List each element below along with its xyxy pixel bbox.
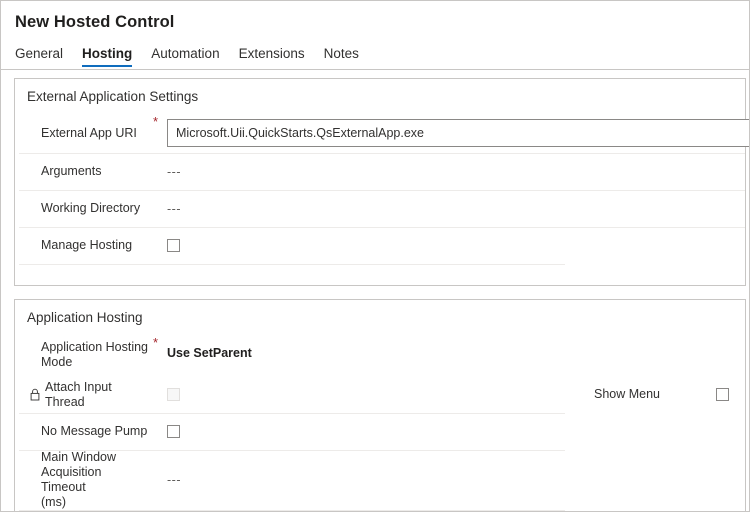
section-title-external-application-settings: External Application Settings [27, 89, 199, 104]
arguments-value: --- [167, 164, 181, 179]
field-value-main-window-acquisition-timeout[interactable]: --- [167, 473, 745, 487]
section-application-hosting: Application Hosting Application Hosting … [14, 299, 746, 511]
field-row-arguments: Arguments * --- [15, 153, 745, 190]
header-divider [1, 69, 749, 70]
row-divider [19, 264, 565, 265]
page-title: New Hosted Control [15, 13, 175, 31]
field-label-show-menu: Show Menu [594, 387, 661, 401]
field-label-arguments: Arguments [41, 164, 102, 178]
field-label-main-window-acquisition-timeout: Main Window Acquisition Timeout (ms) [41, 450, 117, 509]
section-title-application-hosting: Application Hosting [27, 310, 143, 325]
application-hosting-mode-value: Use SetParent [167, 346, 252, 360]
field-row-main-window-acquisition-timeout: Main Window Acquisition Timeout (ms) * -… [15, 450, 745, 510]
field-row-external-app-uri: External App URI * [15, 113, 749, 153]
section-body-application-hosting: Application Hosting Mode * Use SetParent [15, 334, 745, 511]
lock-icon [29, 388, 41, 401]
tabstrip: General Hosting Automation Extensions No… [15, 41, 749, 67]
field-row-attach-input-thread: Attach Input Thread * Show Menu [15, 376, 745, 413]
field-row-no-message-pump: No Message Pump * [15, 413, 745, 450]
required-asterisk-external-app-uri: * [153, 114, 159, 129]
tab-general[interactable]: General [15, 46, 63, 67]
section-body-external-application-settings: External App URI * Arguments * --- [15, 113, 749, 285]
required-spacer: * [153, 376, 167, 391]
field-value-arguments[interactable]: --- [167, 165, 745, 179]
required-spacer: * [153, 413, 167, 428]
field-value-no-message-pump [167, 425, 745, 438]
tab-notes[interactable]: Notes [324, 46, 359, 67]
show-menu-checkbox[interactable] [716, 388, 729, 401]
tab-extensions[interactable]: Extensions [239, 46, 305, 67]
row-divider [19, 190, 745, 191]
field-label-manage-hosting: Manage Hosting [41, 238, 133, 252]
main-window-acquisition-timeout-value: --- [167, 473, 181, 487]
required-spacer: * [153, 450, 167, 465]
field-value-manage-hosting [167, 239, 745, 252]
manage-hosting-checkbox[interactable] [167, 239, 180, 252]
tab-automation[interactable]: Automation [151, 46, 219, 67]
field-row-application-hosting-mode: Application Hosting Mode * Use SetParent [15, 334, 745, 376]
row-divider [19, 227, 745, 228]
field-value-show-menu [716, 388, 745, 401]
field-cell-show-menu: Show Menu [578, 376, 745, 413]
field-value-attach-input-thread [167, 388, 578, 401]
field-label-application-hosting-mode: Application Hosting Mode [41, 340, 149, 369]
section-external-application-settings: External Application Settings External A… [14, 78, 749, 286]
attach-input-thread-checkbox [167, 388, 180, 401]
field-cell-attach-input-thread: Attach Input Thread * [15, 376, 578, 413]
required-spacer: * [153, 153, 167, 168]
row-divider [19, 510, 565, 511]
required-asterisk-application-hosting-mode: * [153, 335, 159, 350]
form-header: New Hosted Control General Hosting Autom… [1, 1, 749, 67]
external-app-uri-input[interactable] [167, 119, 749, 147]
row-divider [19, 153, 745, 154]
row-divider [19, 413, 565, 414]
hosted-control-form-window: New Hosted Control General Hosting Autom… [0, 0, 750, 512]
field-label-working-directory: Working Directory [41, 201, 141, 215]
field-label-external-app-uri: External App URI [41, 125, 137, 140]
field-row-manage-hosting: Manage Hosting * [15, 227, 745, 264]
required-spacer: * [153, 190, 167, 205]
tab-hosting[interactable]: Hosting [82, 46, 133, 67]
no-message-pump-checkbox[interactable] [167, 425, 180, 438]
row-divider [19, 450, 565, 451]
field-label-attach-input-thread: Attach Input Thread [30, 380, 153, 410]
section-trailing-divider-row [15, 264, 745, 285]
field-label-no-message-pump: No Message Pump [41, 424, 148, 438]
field-value-application-hosting-mode[interactable]: Use SetParent [167, 346, 745, 364]
field-row-working-directory: Working Directory * --- [15, 190, 745, 227]
required-spacer: * [153, 227, 167, 242]
working-directory-value: --- [167, 201, 181, 216]
field-value-working-directory[interactable]: --- [167, 202, 745, 216]
field-value-external-app-uri [167, 119, 749, 147]
